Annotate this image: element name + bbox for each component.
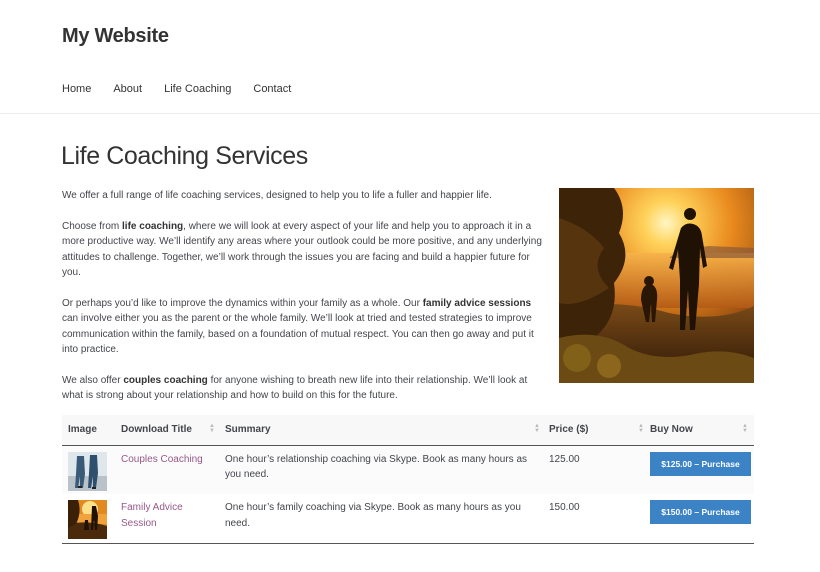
couples-thumbnail[interactable] <box>68 451 107 491</box>
nav-item-home[interactable]: Home <box>62 82 91 96</box>
nav-item-contact[interactable]: Contact <box>253 82 291 96</box>
downloads-table: Image Download Title ▲ ▼ Summary ▲ ▼ Price (… <box>62 415 754 544</box>
row-price-cell: 125.00 <box>549 453 580 465</box>
nav-item-life-coaching[interactable]: Life Coaching <box>164 82 231 96</box>
header-label: Download Title <box>121 424 192 436</box>
table-header-row: Image Download Title ▲ ▼ Summary ▲ ▼ Price (… <box>62 415 754 445</box>
couples-coaching-paragraph: We also offer couples coaching for anyon… <box>62 373 548 404</box>
row-summary-cell: One hour’s relationship coaching via Sky… <box>225 453 528 481</box>
bold-text: life coaching <box>122 220 184 232</box>
row-buy-cell: $150.00 – Purchase <box>650 494 754 543</box>
column-header-image: Image <box>68 424 97 436</box>
header-label: Buy Now <box>650 424 693 436</box>
sort-icon: ▲ ▼ <box>742 423 748 434</box>
sort-icon: ▲ ▼ <box>638 423 644 434</box>
row-image-cell <box>62 445 117 494</box>
bold-text: couples coaching <box>123 374 208 386</box>
header-label: Summary <box>225 424 271 436</box>
column-header-download-title[interactable]: Download Title ▲ ▼ <box>117 415 221 445</box>
purchase-button[interactable]: $150.00 – Purchase <box>650 500 751 524</box>
text-span: We also offer <box>62 374 124 386</box>
sort-icon: ▲ ▼ <box>209 423 215 434</box>
bold-text: family advice sessions <box>422 297 532 309</box>
page-title: Life Coaching Services <box>61 142 308 170</box>
text-span: Or perhaps you’d like to improve the dyn… <box>62 297 423 309</box>
download-title-link[interactable]: Couples Coaching <box>121 454 203 465</box>
family-thumbnail[interactable] <box>68 500 107 539</box>
table-row: Couples Coaching One hour’s relationship… <box>62 445 754 494</box>
row-summary-cell: One hour’s family coaching via Skype. Bo… <box>225 502 521 529</box>
page-content: We offer a full range of life coaching s… <box>62 188 548 419</box>
site-title-link[interactable]: My Website <box>62 25 169 48</box>
table-row: Family Advice Session One hour’s family … <box>62 494 754 543</box>
row-title-cell: Couples Coaching <box>117 445 221 494</box>
header-label: Price ($) <box>549 424 589 436</box>
row-image-cell <box>62 494 117 543</box>
text-span: Choose from <box>62 220 123 232</box>
main-navigation: Home About Life Coaching Contact <box>62 82 313 96</box>
download-title-link[interactable]: Family Advice Session <box>121 502 183 529</box>
sort-icon: ▲ ▼ <box>534 423 540 434</box>
site-header: My Website Home About Life Coaching Cont… <box>0 0 820 114</box>
purchase-button[interactable]: $125.00 – Purchase <box>650 451 751 476</box>
intro-paragraph: We offer a full range of life coaching s… <box>62 190 492 201</box>
column-header-summary[interactable]: Summary ▲ ▼ <box>221 415 546 445</box>
life-coaching-paragraph: Choose from life coaching, where we will… <box>62 219 548 281</box>
row-buy-cell: $125.00 – Purchase <box>650 445 754 494</box>
nav-item-about[interactable]: About <box>113 82 142 96</box>
column-header-buy-now[interactable]: Buy Now ▲ ▼ <box>650 415 754 445</box>
column-header-price[interactable]: Price ($) ▲ ▼ <box>546 415 650 445</box>
father-child-sunset-photo <box>559 188 754 383</box>
row-price-cell: 150.00 <box>549 502 580 513</box>
family-advice-paragraph: Or perhaps you’d like to improve the dyn… <box>62 296 548 358</box>
row-title-cell: Family Advice Session <box>117 494 221 543</box>
text-span: can involve either you as the parent or … <box>62 313 534 355</box>
